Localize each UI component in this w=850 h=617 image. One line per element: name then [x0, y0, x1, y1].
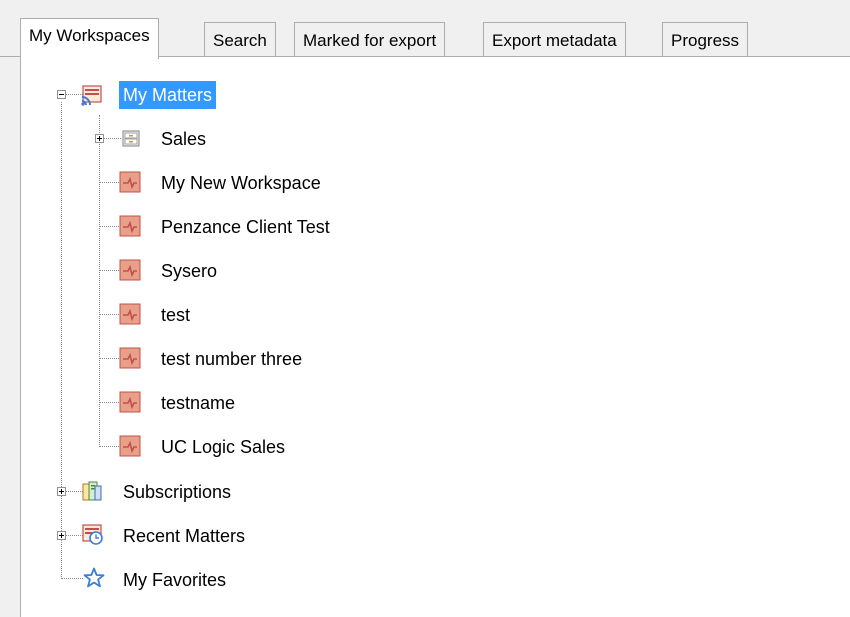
tree-node-penzance-client-test[interactable]: Penzance Client Test: [157, 213, 334, 241]
tree-connector: [61, 102, 62, 577]
workspace-icon: [119, 435, 141, 457]
tree-node-my-matters[interactable]: My Matters: [119, 81, 217, 109]
subscriptions-icon: [81, 480, 103, 502]
tree-connector: [99, 446, 119, 447]
workspace-icon: [119, 391, 141, 413]
workspace-icon: [119, 303, 141, 325]
matters-feed-icon: [81, 84, 103, 106]
tree-node-uc-logic-sales[interactable]: UC Logic Sales: [157, 433, 289, 461]
tab-bar: My Workspaces Search Marked for export E…: [0, 0, 850, 59]
tab-search[interactable]: Search: [204, 22, 276, 56]
tree-node-subscriptions[interactable]: Subscriptions: [119, 478, 235, 506]
tree-connector: [99, 402, 119, 403]
drawer-icon: [120, 127, 142, 149]
tree-connector: [99, 115, 100, 445]
tree-node-recent-matters[interactable]: Recent Matters: [119, 522, 249, 550]
tree-node-testname[interactable]: testname: [157, 389, 239, 417]
tree-connector: [99, 358, 119, 359]
tree-node-my-favorites[interactable]: My Favorites: [119, 566, 230, 594]
recent-matters-icon: [81, 523, 103, 545]
tab-export-metadata[interactable]: Export metadata: [483, 22, 626, 56]
star-icon: [83, 567, 105, 589]
tab-progress[interactable]: Progress: [662, 22, 749, 56]
workspace-icon: [119, 215, 141, 237]
tree-connector: [61, 578, 83, 579]
collapse-expander-my-matters[interactable]: [57, 90, 66, 99]
expand-expander-sales[interactable]: [95, 134, 104, 143]
expand-expander-subscriptions[interactable]: [57, 487, 66, 496]
tree-node-test-number-three[interactable]: test number three: [157, 345, 306, 373]
tree-connector: [99, 314, 119, 315]
workspace-icon: [119, 347, 141, 369]
tab-marked-for-export[interactable]: Marked for export: [294, 22, 446, 56]
tree-connector: [99, 182, 119, 183]
tree-node-test[interactable]: test: [157, 301, 194, 329]
tree-connector: [99, 270, 119, 271]
tab-my-workspaces[interactable]: My Workspaces: [20, 18, 159, 59]
tree-node-sysero[interactable]: Sysero: [157, 257, 221, 285]
expand-expander-recent-matters[interactable]: [57, 531, 66, 540]
workspace-tree-panel[interactable]: My Matters Sales My New Workspace Penzan…: [20, 57, 850, 617]
workspace-icon: [119, 259, 141, 281]
tree-node-sales[interactable]: Sales: [157, 125, 210, 153]
tree-connector: [99, 226, 119, 227]
tree-node-my-new-workspace[interactable]: My New Workspace: [157, 169, 325, 197]
workspace-icon: [119, 171, 141, 193]
